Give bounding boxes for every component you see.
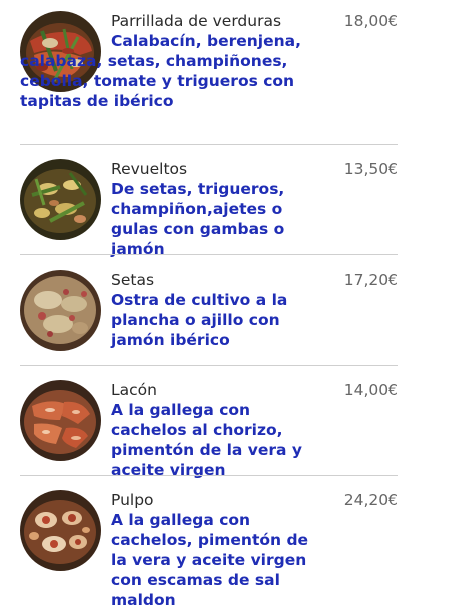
dish-description: Calabacín, berenjena, calabaza, setas, c… bbox=[20, 32, 301, 110]
divider bbox=[20, 254, 398, 255]
dish-price: 14,00€ bbox=[343, 381, 398, 399]
dish-description: De setas, trigueros, champiñon,ajetes o … bbox=[111, 180, 285, 258]
dish-name: Parrillada de verduras bbox=[111, 12, 282, 30]
mushrooms-photo-icon bbox=[20, 270, 101, 351]
dish-price: 18,00€ bbox=[343, 12, 398, 30]
lacon-photo-icon bbox=[20, 380, 101, 461]
scrambled-eggs-photo-icon bbox=[20, 159, 101, 240]
dish-price: 17,20€ bbox=[343, 271, 398, 289]
dish-name: Setas bbox=[111, 271, 155, 289]
dish-description: Ostra de cultivo a la plancha o ajillo c… bbox=[111, 291, 288, 349]
octopus-photo-icon bbox=[20, 490, 101, 571]
dish-name: Revueltos bbox=[111, 160, 188, 178]
dish-name: Lacón bbox=[111, 381, 157, 399]
dish-name: Pulpo bbox=[111, 491, 154, 509]
dish-price: 24,20€ bbox=[343, 491, 398, 509]
dish-description: A la gallega con cachelos, pimentón de l… bbox=[111, 511, 309, 609]
divider bbox=[20, 475, 398, 476]
dish-price: 13,50€ bbox=[343, 160, 398, 178]
divider bbox=[20, 144, 398, 145]
dish-description: A la gallega con cachelos al chorizo, pi… bbox=[111, 401, 302, 479]
divider bbox=[20, 365, 398, 366]
